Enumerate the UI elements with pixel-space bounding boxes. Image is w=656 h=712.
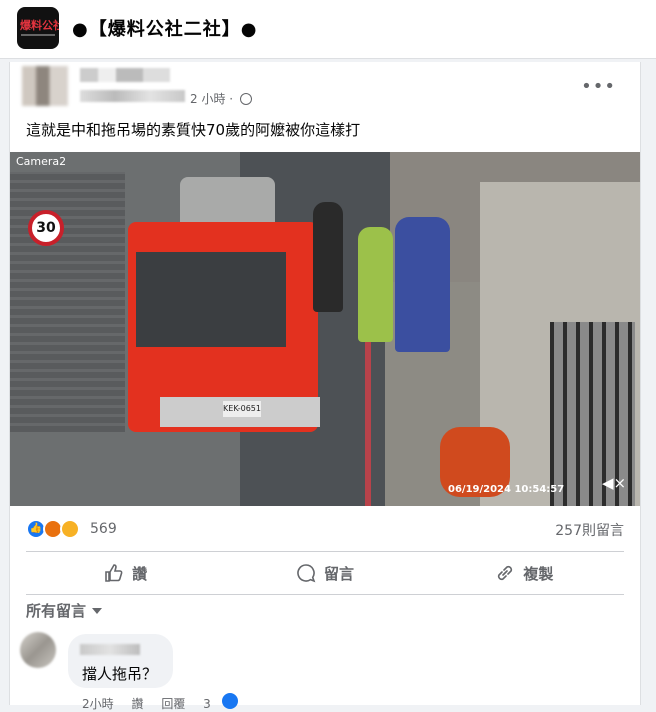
speaker-muted-icon[interactable]: ◀×: [602, 474, 626, 492]
divider: [26, 594, 624, 595]
post-actions: 讚 留言 複製: [26, 554, 624, 592]
like-label: 讚: [132, 564, 148, 583]
video-truck-windshield: [136, 252, 286, 347]
video-person-blue: [395, 217, 450, 352]
comment-count-link[interactable]: 257則留言: [555, 520, 624, 540]
caret-down-icon: [92, 608, 103, 614]
comment-reply-button[interactable]: 回覆: [161, 697, 185, 711]
post-text: 這就是中和拖吊場的素質快70歲的阿嬤被你這樣打: [26, 121, 361, 139]
more-options-button[interactable]: •••: [581, 76, 616, 97]
comment-meta: 2小時 讚 回覆 3: [82, 695, 225, 712]
author-meta-blurred: [80, 90, 185, 102]
copy-link-button[interactable]: 複製: [425, 554, 624, 592]
link-icon: [498, 565, 513, 581]
commenter-name-blurred[interactable]: [80, 644, 140, 655]
comment-like-button[interactable]: 讚: [131, 697, 143, 711]
like-button[interactable]: 讚: [26, 554, 225, 592]
group-logo-text: 爆料公社: [20, 19, 59, 32]
commenter-avatar[interactable]: [20, 632, 56, 668]
video-truck-plate: KEK-0651: [223, 401, 261, 417]
haha-icon: [60, 519, 80, 539]
video-player[interactable]: 30 KEK-0651 Camera2 06/19/2024 10:54:57 …: [10, 152, 640, 506]
camera-label: Camera2: [16, 155, 67, 168]
speed-limit-sign: 30: [28, 210, 64, 246]
video-timestamp: 06/19/2024 10:54:57: [448, 484, 565, 495]
author-avatar[interactable]: [22, 66, 68, 106]
globe-icon: [239, 93, 252, 105]
post-time[interactable]: 2 小時 ·: [190, 92, 233, 106]
comment-icon: [297, 564, 316, 583]
video-person-black: [313, 202, 343, 312]
comment-time[interactable]: 2小時: [82, 697, 114, 711]
post-card: 2 小時 · ••• 這就是中和拖吊場的素質快70歲的阿嬤被你這樣打 30 KE…: [9, 62, 641, 711]
thumb-up-icon: [105, 564, 123, 582]
divider: [26, 551, 624, 552]
copy-label: 複製: [523, 564, 554, 583]
post-meta: 2 小時 ·: [190, 90, 252, 107]
group-title[interactable]: ●【爆料公社二社】●: [72, 15, 257, 41]
comment-label: 留言: [323, 564, 354, 583]
comment-sort-label: 所有留言: [26, 602, 87, 620]
video-person-vest: [358, 227, 393, 342]
comment-sort-dropdown[interactable]: 所有留言: [26, 600, 103, 621]
like-icon: [222, 693, 238, 709]
video-shutter: [10, 172, 125, 432]
comment-button[interactable]: 留言: [225, 554, 424, 592]
author-name-blurred[interactable]: [80, 68, 170, 82]
comment-reaction-count: 3: [203, 697, 211, 711]
group-header: 爆料公社 ●【爆料公社二社】●: [0, 0, 656, 59]
reaction-count: 569: [90, 521, 117, 537]
group-logo[interactable]: 爆料公社: [17, 7, 59, 49]
video-red-curb: [365, 332, 371, 506]
logo-underline: [21, 34, 55, 36]
comment-text: 擋人拖吊？: [82, 665, 158, 683]
